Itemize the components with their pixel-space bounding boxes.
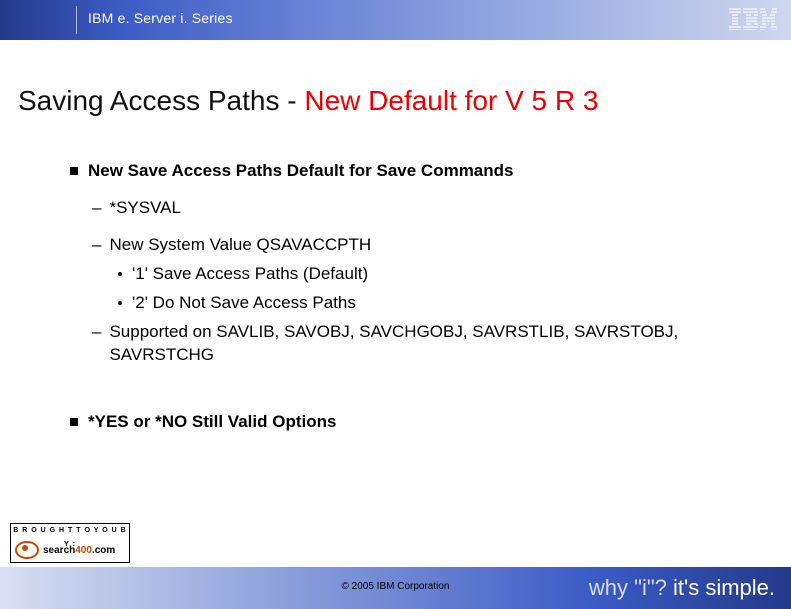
badge-name-p3: .com xyxy=(92,545,115,556)
tagline-simple: it's simple. xyxy=(667,575,775,600)
dot-text: '2' Do Not Save Access Paths xyxy=(132,292,356,315)
eye-icon xyxy=(15,541,39,559)
ibm-logo-icon xyxy=(729,8,777,30)
bullet-1: New Save Access Paths Default for Save C… xyxy=(70,160,751,183)
dash-list-2: – Supported on SAVLIB, SAVOBJ, SAVCHGOBJ… xyxy=(92,321,751,367)
bullet-2: *YES or *NO Still Valid Options xyxy=(70,411,751,434)
dot-icon xyxy=(118,301,122,305)
dash-item: – *SYSVAL xyxy=(92,197,751,220)
page-title: Saving Access Paths - New Default for V … xyxy=(18,85,598,117)
square-bullet-icon xyxy=(70,418,78,426)
dash-item: – New System Value QSAVACCPTH xyxy=(92,234,751,257)
header-divider xyxy=(76,6,77,34)
footer-bar: © 2005 IBM Corporation why "i"? it's sim… xyxy=(0,567,791,609)
dash-text: New System Value QSAVACCPTH xyxy=(109,234,371,257)
title-part2: New Default for V 5 R 3 xyxy=(304,85,598,116)
dash-list-1: – *SYSVAL – New System Value QSAVACCPTH xyxy=(92,197,751,257)
tagline-why: why "i"? xyxy=(589,575,667,600)
badge-name: search400.com xyxy=(43,545,115,556)
dot-icon xyxy=(118,272,122,276)
dot-list: '1' Save Access Paths (Default) '2' Do N… xyxy=(118,263,751,315)
dot-text: '1' Save Access Paths (Default) xyxy=(132,263,368,286)
bullet-2-text: *YES or *NO Still Valid Options xyxy=(88,411,336,434)
dash-text: *SYSVAL xyxy=(109,197,181,220)
badge-name-p2: 400 xyxy=(75,545,92,556)
dot-item: '1' Save Access Paths (Default) xyxy=(118,263,751,286)
sponsor-badge: B R O U G H T T O Y O U B Y : search400.… xyxy=(10,523,130,563)
badge-name-p1: search xyxy=(43,545,75,556)
dash-icon: – xyxy=(92,197,101,220)
dash-item: – Supported on SAVLIB, SAVOBJ, SAVCHGOBJ… xyxy=(92,321,751,367)
footer-tagline: why "i"? it's simple. xyxy=(589,575,775,601)
header-bar: IBM e. Server i. Series xyxy=(0,0,791,40)
dash-icon: – xyxy=(92,321,101,367)
badge-top: B R O U G H T T O Y O U B Y : xyxy=(11,524,129,538)
title-part1: Saving Access Paths - xyxy=(18,85,304,116)
footer-copyright: © 2005 IBM Corporation xyxy=(342,581,450,592)
dash-text: Supported on SAVLIB, SAVOBJ, SAVCHGOBJ, … xyxy=(109,321,751,367)
content-area: New Save Access Paths Default for Save C… xyxy=(70,160,751,448)
bullet-1-text: New Save Access Paths Default for Save C… xyxy=(88,160,513,183)
dot-item: '2' Do Not Save Access Paths xyxy=(118,292,751,315)
slide: IBM e. Server i. Series xyxy=(0,0,791,609)
square-bullet-icon xyxy=(70,167,78,175)
dash-icon: – xyxy=(92,234,101,257)
header-brand: IBM e. Server i. Series xyxy=(88,10,233,26)
